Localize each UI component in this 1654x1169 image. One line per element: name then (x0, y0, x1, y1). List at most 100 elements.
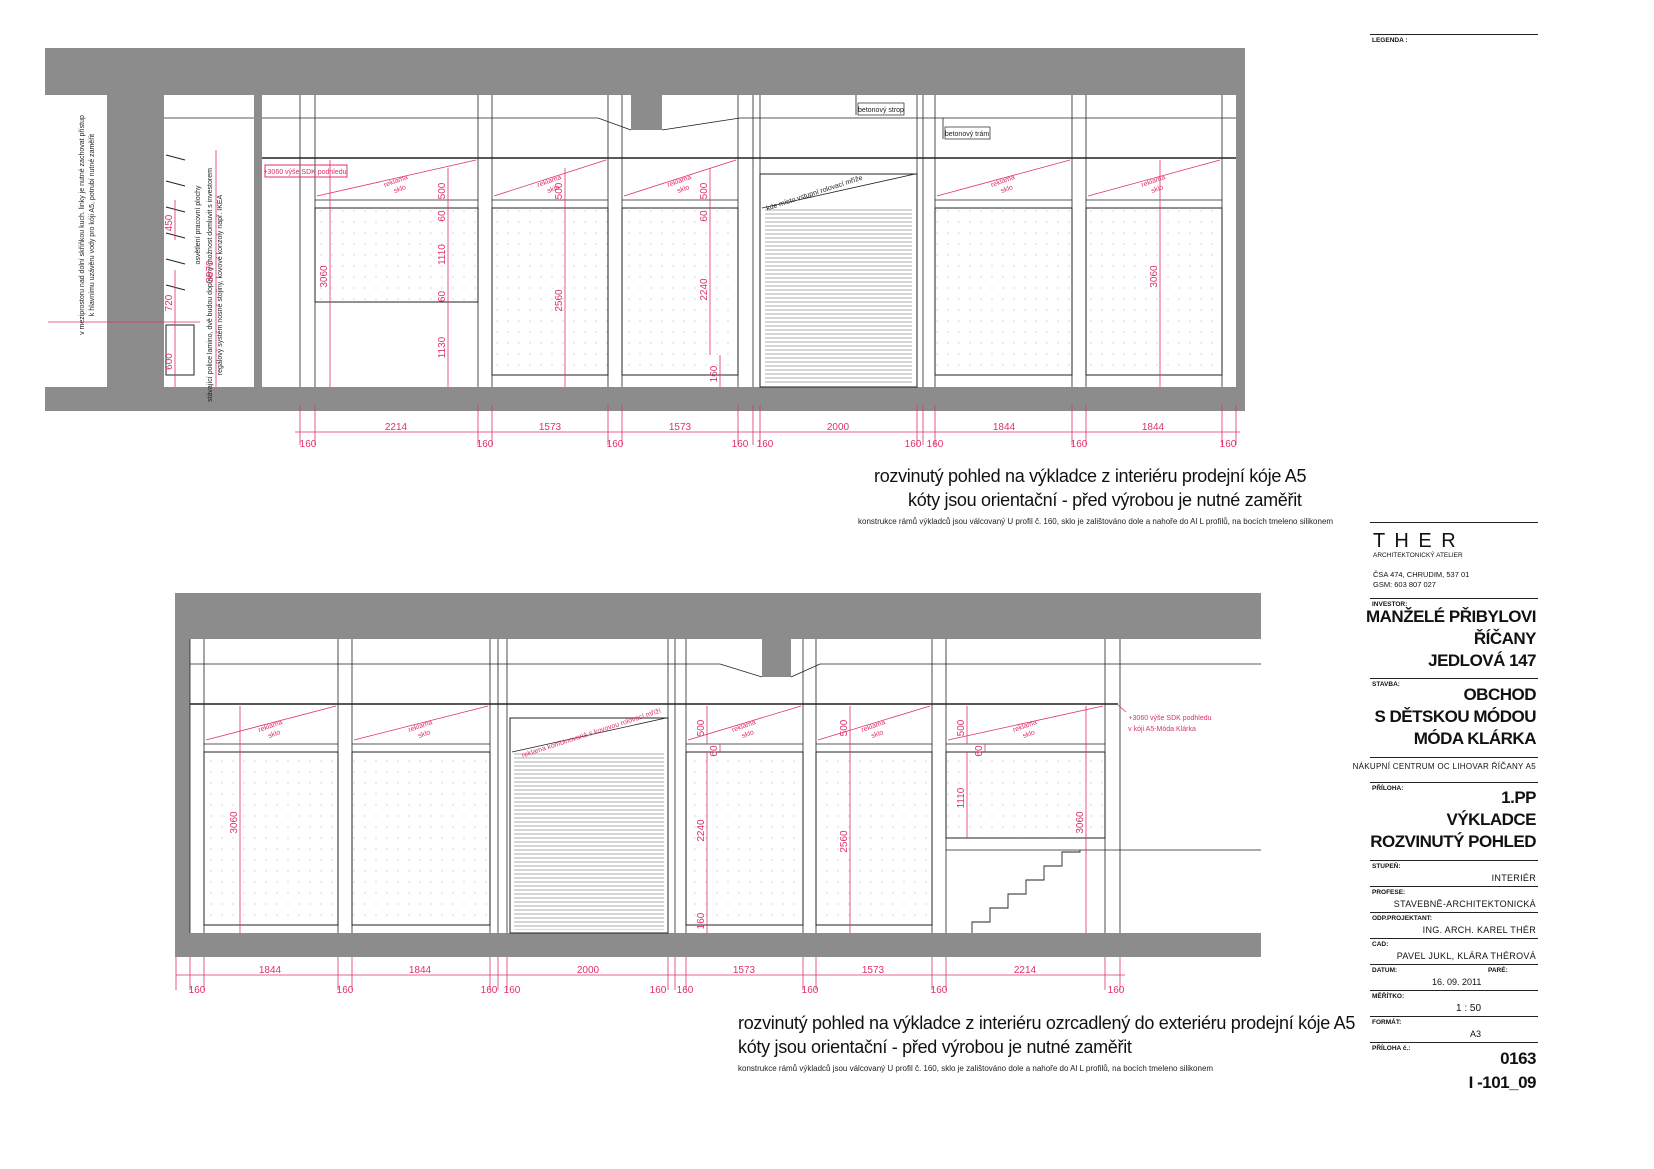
rule (1370, 938, 1538, 939)
dim-value: 450 (164, 214, 175, 231)
sheet-number: I -101_09 (1468, 1073, 1537, 1092)
stair (971, 850, 1081, 933)
firm-address: ČSA 474, CHRUDIM, 537 01 (1373, 570, 1470, 579)
dim-value: 160 (732, 439, 749, 450)
dim-value: 3060 (229, 811, 240, 834)
concrete-beam (762, 639, 791, 677)
stavba-label: STAVBA: (1372, 681, 1400, 688)
advert-label: sklo (1150, 184, 1164, 195)
glass-pane (351, 751, 491, 926)
dim-value: 720 (164, 294, 175, 311)
firm-name: T H E R (1373, 530, 1458, 552)
dim-value: 160 (709, 365, 720, 382)
dim-value: 160 (931, 985, 948, 996)
dim-value: 1844 (259, 965, 282, 976)
sdk-label: +3060 výše SDK podhledu (1128, 715, 1211, 722)
shelf (165, 180, 186, 187)
lower-caption-construction: konstrukce rámů výkladců jsou válcovaný … (738, 1064, 1214, 1073)
dim-value: 500 (956, 719, 967, 736)
dim-value: 2214 (1014, 965, 1037, 976)
rule (1370, 522, 1538, 523)
dim-value: 160 (607, 439, 624, 450)
dim-value: 2000 (827, 422, 850, 433)
cad-value: PAVEL JUKL, KLÁRA THÉROVÁ (1396, 951, 1536, 961)
glass-pane (621, 207, 739, 376)
lower-elevation: reklamaskloreklamaskloreklamaskloreklama… (175, 593, 1261, 996)
dim-value: 500 (699, 182, 710, 199)
dim-value: 500 (437, 182, 448, 199)
wall-column (107, 95, 164, 387)
glass-pane (491, 207, 609, 376)
ceiling-label: betonový strop (858, 107, 904, 114)
dim-value: 160 (1071, 439, 1088, 450)
advert-label: sklo (393, 184, 407, 195)
dim-value: 60 (699, 210, 710, 222)
dim-value: 160 (650, 985, 667, 996)
dim-value: 160 (189, 985, 206, 996)
rule (1370, 1016, 1538, 1017)
investor-line-1: MANŽELÉ PŘIBYLOVI (1365, 607, 1537, 626)
soffit-line (597, 117, 632, 131)
pare-label: PARÉ: (1488, 967, 1508, 974)
dim-value: 160 (337, 985, 354, 996)
dim-value: 1110 (956, 787, 967, 808)
shelf (165, 232, 186, 239)
rule (1370, 886, 1538, 887)
upper-caption-construction: konstrukce rámů výkladců jsou válcovaný … (858, 517, 1334, 526)
upper-caption-note: kóty jsou orientační - před výrobou je n… (908, 490, 1302, 510)
lower-caption-title: rozvinutý pohled na výkladce z interiéru… (738, 1013, 1356, 1033)
rule (1370, 757, 1538, 758)
glass-pane (815, 751, 933, 926)
wall-right (1236, 95, 1245, 387)
cad-label: CAD: (1372, 941, 1389, 948)
shelf (165, 284, 186, 291)
rule (1370, 1042, 1538, 1043)
sdk-label: +3060 výše SDK podhledu (263, 169, 346, 176)
dim-value: 2214 (385, 422, 408, 433)
dim-value: 160 (757, 439, 774, 450)
dim-value: 2240 (696, 819, 707, 842)
dim-value: 500 (554, 182, 565, 199)
glass-pane (934, 207, 1073, 376)
upper-elevation: reklamaskloreklamaskloreklamaskloreklama… (45, 48, 1245, 450)
dim-value: 160 (1108, 985, 1125, 996)
stupen-label: STUPEŇ: (1372, 863, 1401, 870)
title-block: LEGENDA : T H E R ARCHITEKTONICKÝ ATELIE… (1353, 0, 1654, 1169)
soffit-line (661, 117, 741, 131)
note: osvětlení pracovní plochy (195, 185, 202, 264)
rule (1370, 912, 1538, 913)
dim-value: 1844 (993, 422, 1016, 433)
dim-value: 2240 (699, 278, 710, 301)
dim-value: 1130 (437, 336, 448, 358)
ceiling-slab (175, 593, 1261, 639)
dim-value: 500 (839, 719, 850, 736)
dim-value: 1844 (409, 965, 432, 976)
profese-label: PROFESE: (1372, 889, 1406, 896)
dim-value: 160 (696, 912, 707, 929)
rolling-shutter (765, 208, 912, 383)
beam-label: betonový trám (945, 131, 990, 138)
priloha-line-1: 1.PP (1501, 788, 1536, 807)
dim-value: 3060 (1075, 811, 1086, 834)
floor-slab (175, 933, 1261, 957)
stavba-line-1: OBCHOD (1463, 685, 1536, 704)
ceiling-slab (45, 48, 1245, 95)
priloha-cislo-label: PŘÍLOHA č.: (1372, 1045, 1411, 1052)
dim-value: 60 (709, 745, 720, 757)
investor-line-2: ŘÍČANY (1473, 629, 1537, 648)
legend-label: LEGENDA : (1372, 37, 1408, 44)
priloha-cislo: 0163 (1500, 1049, 1536, 1068)
investor-line-3: JEDLOVÁ 147 (1428, 651, 1536, 670)
stupen-value: INTERIÉR (1491, 873, 1536, 883)
format-value: A3 (1470, 1029, 1482, 1039)
shutter-label: reklama kombinovaná s kovovou rolovací m… (521, 708, 662, 760)
meritko-value: 1 : 50 (1456, 1003, 1482, 1014)
priloha-line-3: ROZVINUTÝ POHLED (1370, 832, 1536, 851)
stavba-line-3: MÓDA KLÁRKA (1413, 729, 1537, 748)
dim-value: 3060 (1149, 265, 1160, 288)
dim-value: 1573 (862, 965, 885, 976)
leader (1117, 704, 1127, 713)
advert-label: sklo (417, 729, 431, 740)
glass-pane (314, 207, 479, 303)
upper-caption-title: rozvinutý pohled na výkladce z interiéru… (874, 466, 1307, 486)
